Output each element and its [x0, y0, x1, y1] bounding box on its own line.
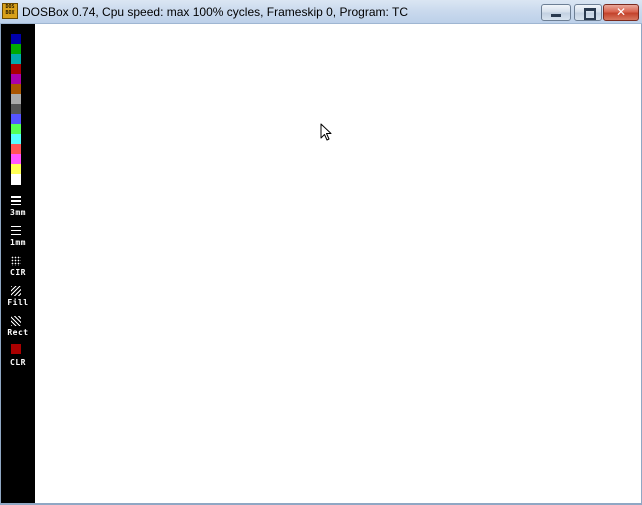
color-swatch[interactable]	[11, 94, 21, 104]
tool-circle[interactable]: CIR	[1, 268, 35, 278]
mouse-pointer-icon	[320, 123, 332, 141]
color-swatch[interactable]	[11, 134, 21, 144]
app-icon-text-bottom: BOX	[5, 10, 15, 16]
color-swatch[interactable]	[11, 174, 21, 185]
tool-thick-line[interactable]: 3mm	[1, 208, 35, 218]
tool-clear[interactable]: CLR	[1, 358, 35, 368]
color-swatch[interactable]	[11, 164, 21, 174]
color-swatch[interactable]	[11, 144, 21, 154]
close-icon: ✕	[615, 5, 627, 19]
clear-color-icon[interactable]	[11, 344, 21, 354]
drawing-canvas[interactable]	[35, 24, 641, 503]
minimize-button[interactable]	[541, 4, 571, 21]
rect-pattern-icon[interactable]	[11, 316, 21, 326]
color-swatch[interactable]	[11, 24, 21, 34]
color-swatch[interactable]	[11, 74, 21, 84]
color-swatch[interactable]	[11, 34, 21, 44]
window-title-program: TC	[392, 5, 408, 19]
color-swatch[interactable]	[11, 154, 21, 164]
color-swatch[interactable]	[11, 84, 21, 94]
maximize-button[interactable]	[574, 4, 602, 21]
window-title: DOSBox 0.74, Cpu speed: max 100% cycles,…	[22, 5, 389, 19]
tool-thin-line[interactable]: 1mm	[1, 238, 35, 248]
circle-pattern-icon[interactable]	[11, 256, 21, 266]
thick-line-icon[interactable]	[11, 196, 21, 205]
tool-fill[interactable]: Fill	[1, 298, 35, 308]
title-bar[interactable]: DOS BOX DOSBox 0.74, Cpu speed: max 100%…	[0, 0, 642, 24]
maximize-icon	[584, 8, 596, 20]
color-swatch[interactable]	[11, 64, 21, 74]
tool-palette: 3mm 1mm CIR Fill Rect CLR	[1, 24, 35, 503]
minimize-icon	[551, 14, 561, 17]
thin-line-icon[interactable]	[11, 226, 21, 235]
color-swatch[interactable]	[11, 114, 21, 124]
close-button[interactable]: ✕	[603, 4, 639, 21]
color-swatch[interactable]	[11, 54, 21, 64]
fill-pattern-icon[interactable]	[11, 286, 21, 296]
color-swatch[interactable]	[11, 44, 21, 54]
color-swatch[interactable]	[11, 104, 21, 114]
color-swatch[interactable]	[11, 124, 21, 134]
tool-rect[interactable]: Rect	[1, 328, 35, 338]
dosbox-app-icon[interactable]: DOS BOX	[2, 3, 18, 19]
